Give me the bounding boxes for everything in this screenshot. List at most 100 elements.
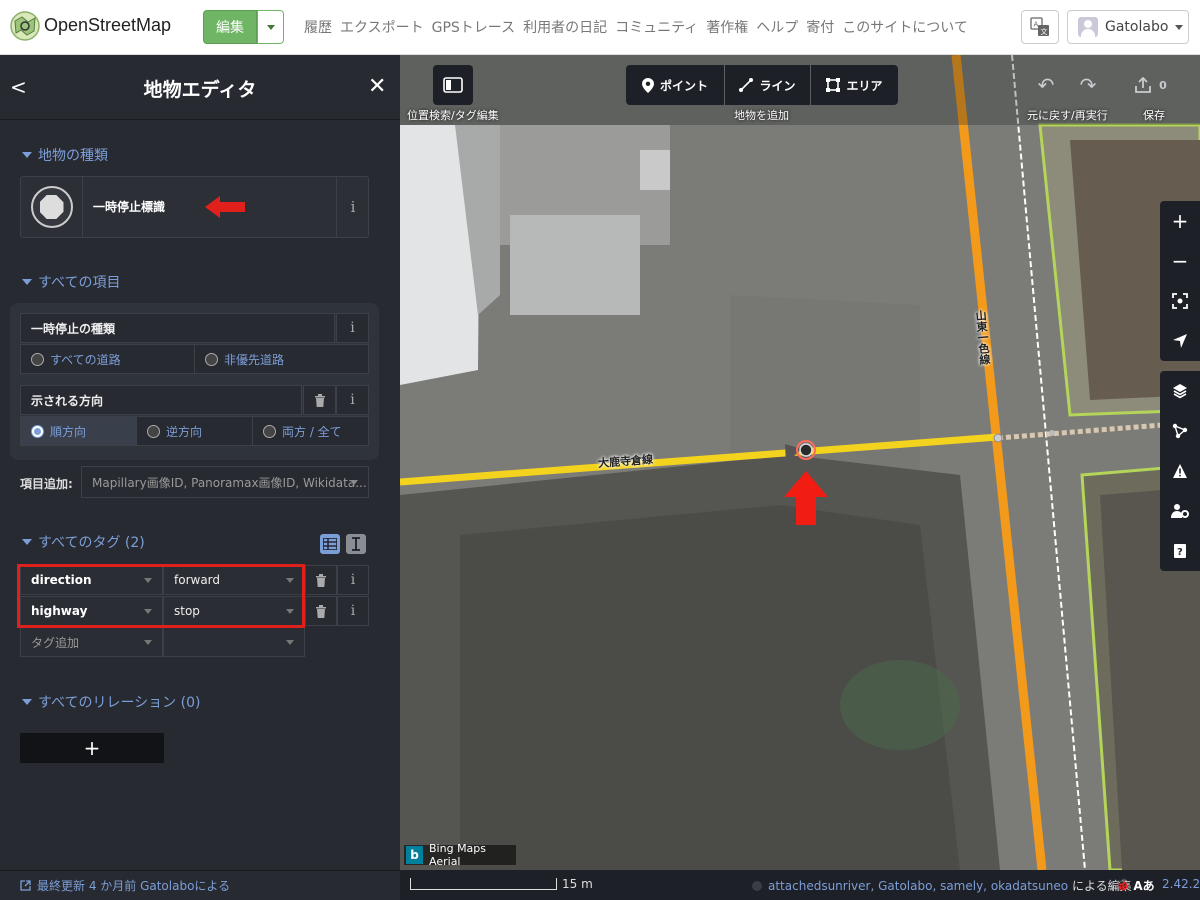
nav-link-history[interactable]: 履歴	[304, 17, 332, 37]
sidebar-title: 地物エディタ	[143, 79, 257, 101]
info-icon[interactable]: i	[336, 385, 369, 415]
info-icon[interactable]: i	[336, 313, 369, 343]
imagery-name: Bing Maps Aerial	[429, 842, 487, 868]
radio-label: 順方向	[50, 424, 87, 439]
add-area-button[interactable]: エリア	[811, 65, 898, 105]
radio-option-both[interactable]: 両方 / 全て	[253, 417, 368, 445]
radio-label: すべての道路	[50, 352, 121, 367]
text-view-icon[interactable]	[346, 534, 366, 554]
chevron-down-icon	[22, 699, 32, 705]
language-label: Aあ	[1133, 878, 1155, 893]
radio-option-forward[interactable]: 順方向	[21, 417, 137, 445]
map-footer: 15 m attachedsunriver, Gatolabo, samely,…	[400, 870, 1200, 900]
add-field-combobox[interactable]: Mapillary画像ID, Panoramax画像ID, Wikidata..…	[81, 466, 369, 498]
nav-link-communities[interactable]: コミュニティ	[615, 17, 698, 37]
radio-option-all-roads[interactable]: すべての道路	[21, 345, 195, 373]
translate-icon: A 文	[1030, 17, 1049, 36]
save-count: 0	[1159, 78, 1167, 92]
radio-option-backward[interactable]: 逆方向	[137, 417, 253, 445]
close-icon[interactable]: ✕	[368, 74, 386, 99]
preferences-icon[interactable]	[1160, 491, 1200, 531]
scale-bar[interactable]	[410, 878, 557, 890]
credit-names[interactable]: attachedsunriver, Gatolabo, samely, okad…	[768, 879, 1068, 893]
section-title: すべてのタグ (2)	[38, 535, 145, 551]
new-tag-key-input[interactable]: タグ追加	[20, 627, 163, 657]
nav-link-help[interactable]: ヘルプ	[756, 17, 798, 37]
toolbar-label-search: 位置検索/タグ編集	[407, 109, 499, 122]
field-label-direction: 示される方向	[20, 385, 302, 415]
radio-button[interactable]	[147, 424, 160, 438]
redo-icon[interactable]: ↷	[1073, 68, 1103, 102]
geolocate-icon[interactable]	[1160, 321, 1200, 361]
trash-icon[interactable]	[305, 596, 337, 626]
zoom-to-selection-icon[interactable]	[1160, 281, 1200, 321]
version-label[interactable]: 2.42.2	[1162, 877, 1200, 891]
sidebar-toggle-button[interactable]	[433, 65, 473, 105]
save-button[interactable]: 0	[1126, 68, 1176, 102]
site-title[interactable]: OpenStreetMap	[44, 15, 171, 36]
sidebar-header: < 地物エディタ ✕	[0, 55, 400, 120]
list-view-icon[interactable]	[320, 534, 340, 554]
nav-link-export[interactable]: エクスポート	[340, 17, 424, 37]
radio-option-minor-roads[interactable]: 非優先道路	[195, 345, 368, 373]
section-title: すべてのリレーション (0)	[38, 695, 201, 711]
nav-link-copyright[interactable]: 著作権	[706, 17, 748, 37]
section-toggle-all-fields[interactable]: すべての項目	[22, 272, 120, 292]
layers-icon[interactable]	[1160, 371, 1200, 411]
preset-selector[interactable]: 一時停止標識 i	[20, 176, 369, 238]
edit-dropdown-button[interactable]	[257, 10, 284, 44]
imagery-attribution[interactable]: b Bing Maps Aerial	[404, 842, 516, 868]
map-controls-panes: ?	[1160, 371, 1200, 571]
map-canvas[interactable]: 大鹿寺倉線 山東一色線	[400, 55, 1200, 870]
section-toggle-all-tags[interactable]: すべてのタグ (2)	[22, 532, 145, 552]
nav-links: 履歴 エクスポート GPSトレース 利用者の日記 コミュニティ 著作権 ヘルプ …	[304, 17, 968, 37]
osm-logo-icon[interactable]	[10, 11, 40, 41]
help-icon[interactable]: ?	[1160, 531, 1200, 571]
section-toggle-feature-type[interactable]: 地物の種類	[22, 145, 108, 165]
new-tag-value-input[interactable]	[163, 627, 305, 657]
chevron-down-icon	[22, 152, 32, 158]
preset-name: 一時停止標識	[93, 200, 166, 214]
section-toggle-relations[interactable]: すべてのリレーション (0)	[22, 692, 200, 712]
add-area-label: エリア	[846, 78, 883, 93]
avatar	[1078, 17, 1098, 37]
info-icon[interactable]: i	[336, 177, 369, 237]
report-bug-button[interactable]: 🐞 Aあ	[1115, 874, 1155, 896]
trash-icon[interactable]	[303, 385, 336, 415]
edit-button[interactable]: 編集	[203, 10, 257, 44]
svg-text:?: ?	[1177, 547, 1183, 558]
trash-icon[interactable]	[305, 565, 337, 595]
aerial-imagery	[400, 55, 1200, 870]
nav-link-gps-traces[interactable]: GPSトレース	[432, 17, 515, 37]
radio-button[interactable]	[205, 352, 218, 366]
radio-button-checked[interactable]	[31, 424, 44, 438]
info-icon[interactable]: i	[337, 596, 369, 626]
language-button[interactable]: A 文	[1021, 10, 1059, 44]
zoom-out-icon[interactable]: −	[1160, 241, 1200, 281]
chevron-down-icon	[22, 279, 32, 285]
nav-link-about[interactable]: このサイトについて	[842, 17, 968, 37]
undo-icon[interactable]: ↶	[1031, 68, 1061, 102]
user-menu-button[interactable]: Gatolabo	[1067, 10, 1189, 44]
area-icon	[826, 78, 841, 92]
sidebar-toggle-icon	[443, 77, 463, 93]
info-icon[interactable]: i	[337, 565, 369, 595]
radio-button[interactable]	[31, 352, 44, 366]
add-line-button[interactable]: ライン	[725, 65, 810, 105]
add-point-button[interactable]: ポイント	[626, 65, 724, 105]
add-relation-button[interactable]: +	[20, 733, 164, 763]
nav-link-diaries[interactable]: 利用者の日記	[523, 17, 607, 37]
issues-warning-icon[interactable]	[1160, 451, 1200, 491]
chevron-down-icon	[144, 640, 152, 645]
section-title: すべての項目	[38, 275, 121, 291]
edit-credits: attachedsunriver, Gatolabo, samely, okad…	[752, 877, 1132, 894]
map-data-icon[interactable]	[1160, 411, 1200, 451]
username: Gatolabo	[1105, 19, 1169, 35]
last-edited-link[interactable]: 最終更新 4 か月前 Gatolaboによる	[37, 877, 230, 894]
radio-button[interactable]	[263, 424, 276, 438]
svg-text:A: A	[1034, 21, 1039, 29]
nav-link-donate[interactable]: 寄付	[806, 17, 834, 37]
bing-logo-icon: b	[406, 846, 424, 864]
bug-icon: 🐞	[1115, 878, 1131, 892]
zoom-in-icon[interactable]: +	[1160, 201, 1200, 241]
